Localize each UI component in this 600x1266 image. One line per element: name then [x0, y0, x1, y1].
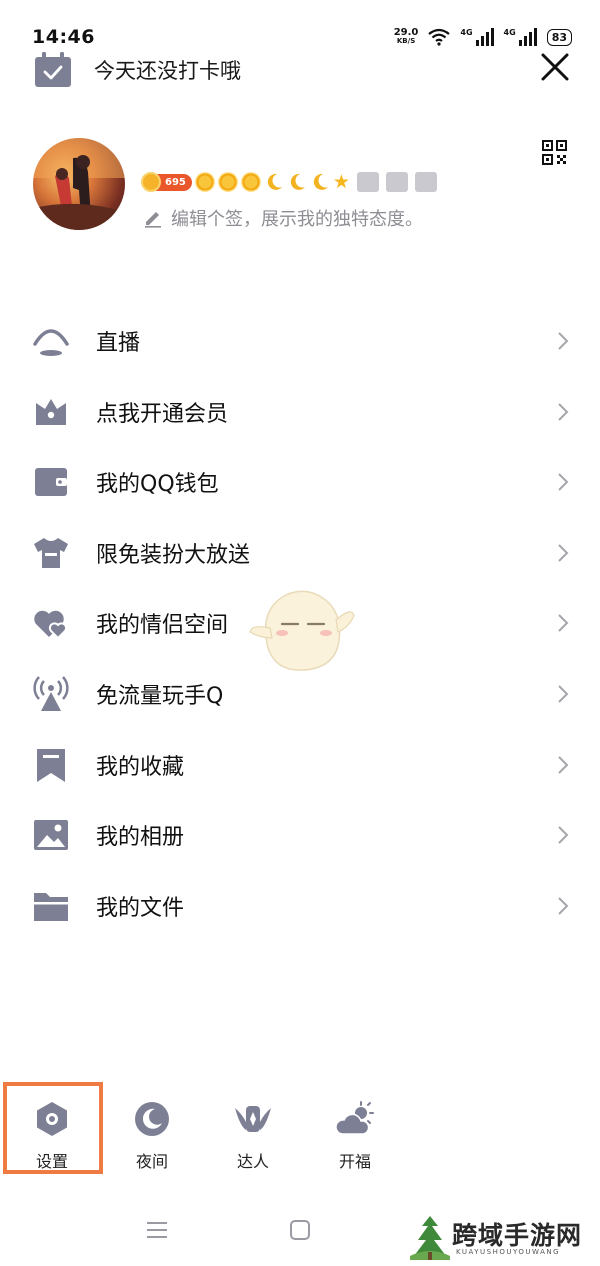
moon-icon: [290, 173, 305, 190]
menu-label: 我的情侣空间: [96, 613, 229, 638]
menu-item-wallet[interactable]: 我的QQ钱包: [0, 447, 600, 517]
svip-badge-icon: [385, 172, 408, 192]
chevron-right-icon: [558, 332, 569, 350]
menu-label: 限免装扮大放送: [96, 543, 251, 568]
battery-indicator: 83: [546, 28, 572, 46]
level-badges[interactable]: 695 ★: [141, 171, 437, 193]
chevron-right-icon: [558, 685, 569, 703]
status-icons: 29.0 KB/S 4G 4G 83: [394, 26, 572, 48]
star-icon: ★: [332, 171, 350, 193]
net-speed-unit: KB/S: [396, 37, 416, 45]
sun-icon: [240, 172, 261, 192]
menu-item-vip[interactable]: 点我开通会员: [0, 377, 600, 447]
live-icon: [33, 329, 69, 356]
bookmark-icon: [37, 749, 65, 782]
expert-button[interactable]: 达人: [213, 1100, 293, 1172]
menu-item-album[interactable]: 我的相册: [0, 800, 600, 870]
menu-item-favorites[interactable]: 我的收藏: [0, 730, 600, 800]
folder-icon: [34, 893, 68, 921]
vip-crown-icon: [36, 399, 66, 425]
tshirt-icon: [34, 538, 68, 568]
chevron-right-icon: [558, 897, 569, 915]
signal-tower-icon: [33, 676, 69, 711]
level-value: 695: [165, 176, 186, 188]
edit-pencil-icon: [145, 212, 161, 228]
sun-icon: [217, 172, 238, 192]
signal-sim1-icon: 4G: [460, 28, 494, 46]
qr-code-icon[interactable]: [542, 140, 567, 165]
watermark-subtitle: KUAYUSHOUYOUWANG: [456, 1248, 561, 1256]
mascot-illustration: [249, 590, 355, 671]
coin-icon: [141, 172, 161, 192]
night-mode-icon: [135, 1102, 169, 1136]
menu-label: 点我开通会员: [96, 402, 229, 427]
weather-icon: [335, 1101, 374, 1135]
chevron-right-icon: [558, 473, 569, 491]
hearts-icon: [34, 610, 68, 640]
watermark: 跨域手游网 KUAYUSHOUYOUWANG: [408, 1212, 598, 1264]
menu-label: 我的文件: [96, 896, 185, 921]
settings-button[interactable]: 设置: [12, 1100, 92, 1172]
menu-label: 直播: [96, 331, 141, 356]
nav-menu-icon[interactable]: [146, 1220, 168, 1240]
wifi-icon: [428, 28, 451, 46]
watermark-title: 跨域手游网: [452, 1221, 583, 1250]
net-speed: 29.0 KB/S: [394, 28, 419, 46]
chevron-right-icon: [558, 756, 569, 774]
moon-icon: [267, 173, 282, 190]
chevron-right-icon: [558, 403, 569, 421]
chevron-right-icon: [558, 826, 569, 844]
signature-row[interactable]: 编辑个签，展示我的独特态度。: [143, 205, 423, 231]
avatar-image: [33, 138, 125, 230]
sun-icon: [194, 172, 215, 192]
signature-text: 编辑个签，展示我的独特态度。: [171, 209, 423, 230]
night-mode-label: 夜间: [135, 1152, 168, 1171]
menu-label: 我的相册: [96, 825, 185, 850]
net-speed-value: 29.0: [393, 27, 419, 38]
menu-label: 我的收藏: [96, 755, 185, 780]
vip-badge-icon: [356, 172, 379, 192]
level-pill: 695: [141, 172, 192, 192]
expert-icon: [235, 1106, 271, 1132]
expert-label: 达人: [236, 1152, 269, 1171]
blessing-button[interactable]: 开福: [315, 1100, 395, 1172]
nav-home-icon[interactable]: [289, 1219, 311, 1241]
blessing-label: 开福: [338, 1152, 371, 1171]
avatar[interactable]: [33, 138, 125, 230]
moon-icon: [313, 173, 328, 190]
checkin-row[interactable]: 今天还没打卡哦: [34, 52, 241, 88]
game-badge-icon: [414, 172, 437, 192]
chevron-right-icon: [558, 614, 569, 632]
status-time: 14:46: [32, 26, 95, 48]
sim2-label: 4G: [503, 28, 516, 37]
menu-item-files[interactable]: 我的文件: [0, 871, 600, 941]
night-mode-button[interactable]: 夜间: [112, 1100, 192, 1172]
watermark-logo-icon: [410, 1216, 450, 1260]
menu-label: 我的QQ钱包: [96, 472, 219, 497]
menu-item-dressup[interactable]: 限免装扮大放送: [0, 518, 600, 588]
checkin-label: 今天还没打卡哦: [94, 59, 241, 83]
photo-icon: [34, 820, 68, 850]
signal-sim2-icon: 4G: [504, 28, 537, 46]
close-icon[interactable]: [540, 52, 570, 82]
calendar-check-icon: [35, 52, 71, 87]
settings-label: 设置: [35, 1152, 68, 1171]
wallet-icon: [35, 468, 67, 496]
menu-label: 免流量玩手Q: [96, 684, 224, 709]
settings-icon: [37, 1102, 67, 1136]
sim1-label: 4G: [460, 28, 473, 37]
menu-item-live[interactable]: 直播: [0, 306, 600, 376]
chevron-right-icon: [558, 544, 569, 562]
